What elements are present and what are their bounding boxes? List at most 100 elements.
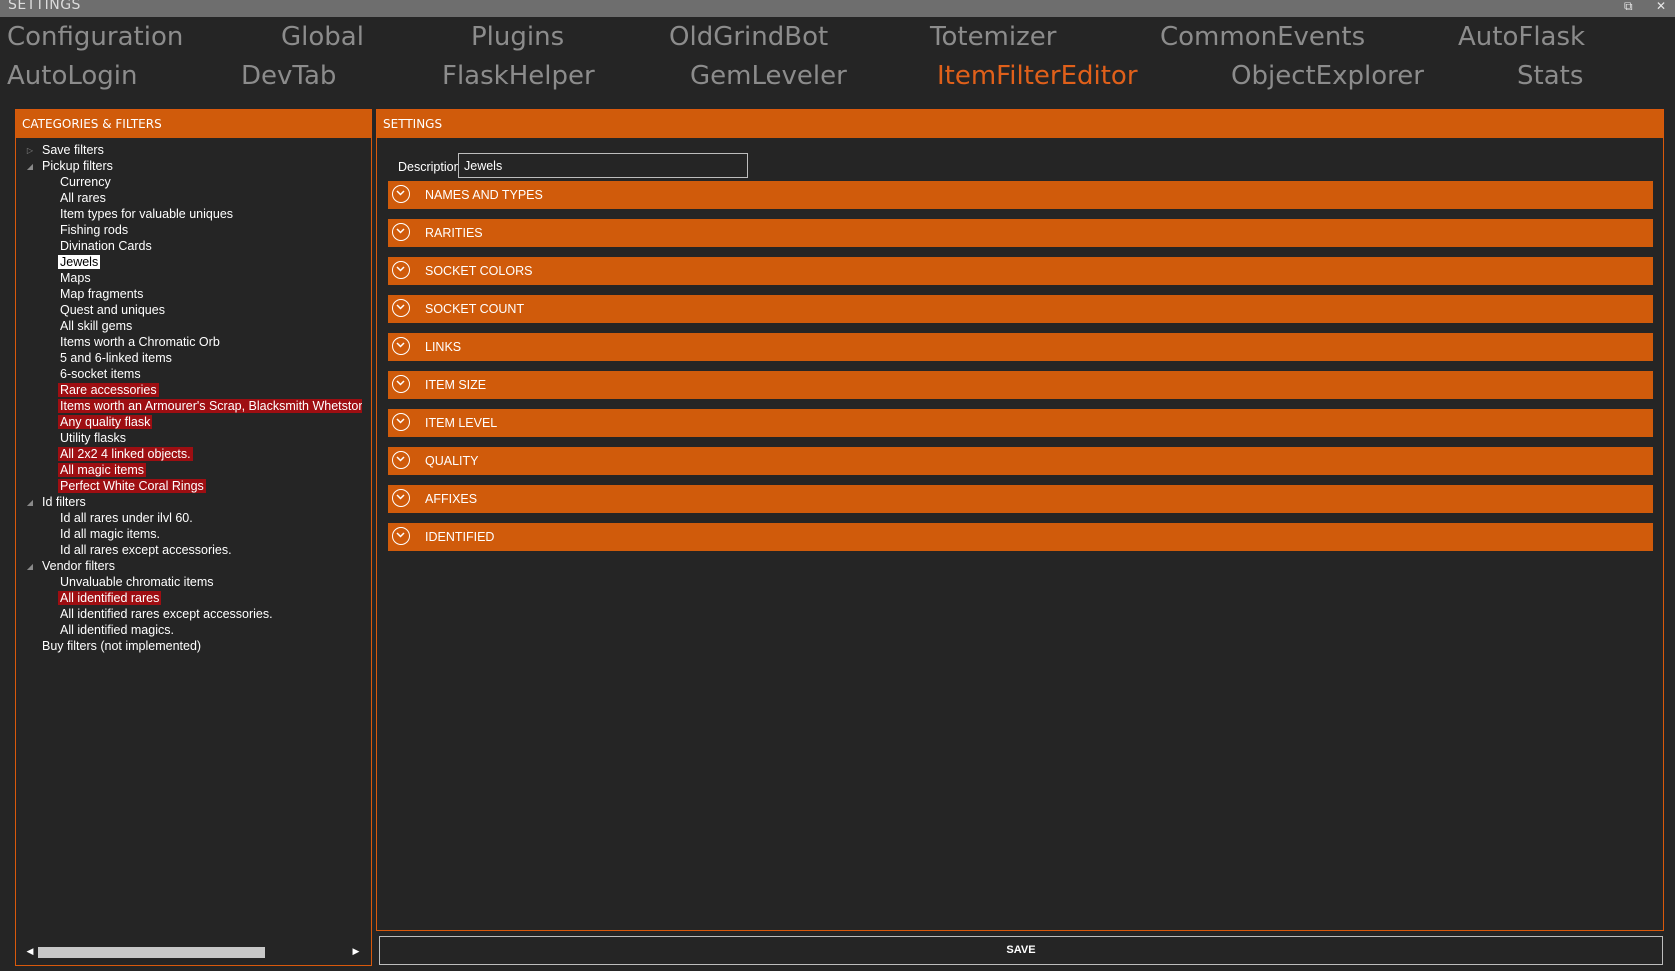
- expanded-arrow-icon[interactable]: ◢: [25, 559, 35, 574]
- section-title: SOCKET COUNT: [425, 302, 525, 316]
- chevron-down-icon[interactable]: [392, 527, 410, 545]
- tree-item-label: All identified magics.: [60, 623, 174, 637]
- tree-item-label: Currency: [60, 175, 111, 189]
- tab-autoflask[interactable]: AutoFlask: [1458, 24, 1585, 50]
- scroll-right-arrow-icon[interactable]: ▶: [350, 945, 362, 959]
- restore-icon[interactable]: ⧉: [1624, 0, 1633, 12]
- section-header[interactable]: QUALITY: [388, 447, 1653, 475]
- tree-item[interactable]: Buy filters (not implemented): [40, 639, 203, 655]
- tree-item[interactable]: ◢ Pickup filters: [27, 159, 115, 175]
- collapsed-arrow-icon[interactable]: ▷: [25, 143, 35, 158]
- tree-horizontal-scrollbar[interactable]: ◀ ▶: [20, 945, 367, 959]
- section-header[interactable]: IDENTIFIED: [388, 523, 1653, 551]
- tree-item[interactable]: All magic items: [58, 463, 147, 479]
- window-title: SETTINGS: [8, 0, 81, 13]
- tree-item[interactable]: Jewels: [58, 255, 101, 271]
- tree-item[interactable]: Currency: [58, 175, 113, 191]
- tree-item-label: All 2x2 4 linked objects.: [58, 447, 193, 461]
- tree-item-label: Quest and uniques: [60, 303, 165, 317]
- tree-item[interactable]: Id all magic items.: [58, 527, 162, 543]
- tree-item-label: Rare accessories: [58, 383, 159, 397]
- tree-item-label: Maps: [60, 271, 91, 285]
- section-header[interactable]: SOCKET COLORS: [388, 257, 1653, 285]
- settings-panel-title: SETTINGS: [377, 110, 1663, 138]
- tab-flaskhelper[interactable]: FlaskHelper: [442, 63, 595, 89]
- tab-totemizer[interactable]: Totemizer: [930, 24, 1056, 50]
- expanded-arrow-icon[interactable]: ◢: [25, 495, 35, 510]
- section-header[interactable]: ITEM SIZE: [388, 371, 1653, 399]
- section-header[interactable]: RARITIES: [388, 219, 1653, 247]
- tree-item-label: Items worth a Chromatic Orb: [60, 335, 220, 349]
- tree-item[interactable]: All skill gems: [58, 319, 134, 335]
- tree-item[interactable]: All rares: [58, 191, 108, 207]
- tab-objectexplorer[interactable]: ObjectExplorer: [1231, 63, 1424, 89]
- tree-item[interactable]: Utility flasks: [58, 431, 128, 447]
- tree-item[interactable]: Id all rares under ilvl 60.: [58, 511, 195, 527]
- section-header[interactable]: ITEM LEVEL: [388, 409, 1653, 437]
- tab-plugins[interactable]: Plugins: [471, 24, 564, 50]
- section-header[interactable]: SOCKET COUNT: [388, 295, 1653, 323]
- tree-item[interactable]: Id all rares except accessories.: [58, 543, 234, 559]
- tree-item-label: Id all rares except accessories.: [60, 543, 232, 557]
- tab-autologin[interactable]: AutoLogin: [7, 63, 138, 89]
- tree-item[interactable]: Any quality flask: [58, 415, 153, 431]
- tree-item[interactable]: Unvaluable chromatic items: [58, 575, 216, 591]
- chevron-down-icon[interactable]: [392, 451, 410, 469]
- tree-item[interactable]: Divination Cards: [58, 239, 154, 255]
- tree-item[interactable]: ◢ Id filters: [27, 495, 88, 511]
- section-header[interactable]: LINKS: [388, 333, 1653, 361]
- tree-item[interactable]: All identified rares: [58, 591, 162, 607]
- close-icon[interactable]: ✕: [1656, 0, 1666, 12]
- chevron-down-icon[interactable]: [392, 413, 410, 431]
- chevron-down-icon[interactable]: [392, 185, 410, 203]
- chevron-down-icon[interactable]: [392, 337, 410, 355]
- chevron-down-icon[interactable]: [392, 261, 410, 279]
- tree-item[interactable]: All 2x2 4 linked objects.: [58, 447, 193, 463]
- chevron-down-icon[interactable]: [392, 375, 410, 393]
- tree-item[interactable]: ◢ Vendor filters: [27, 559, 117, 575]
- section-title: RARITIES: [425, 226, 483, 240]
- tree-item[interactable]: 6-socket items: [58, 367, 143, 383]
- scroll-left-arrow-icon[interactable]: ◀: [24, 945, 36, 959]
- tree-item-label: Id all rares under ilvl 60.: [60, 511, 193, 525]
- section-title: NAMES AND TYPES: [425, 188, 543, 202]
- tree-item[interactable]: Rare accessories: [58, 383, 159, 399]
- tab-global[interactable]: Global: [281, 24, 364, 50]
- chevron-down-icon[interactable]: [392, 489, 410, 507]
- tab-itemfiltereditor[interactable]: ItemFilterEditor: [937, 63, 1138, 89]
- tree-item[interactable]: ▷ Save filters: [27, 143, 106, 159]
- tree-item[interactable]: All identified rares except accessories.: [58, 607, 275, 623]
- tree-item[interactable]: Fishing rods: [58, 223, 130, 239]
- tree-item[interactable]: Maps: [58, 271, 93, 287]
- expanded-arrow-icon[interactable]: ◢: [25, 159, 35, 174]
- tree-item-label: Item types for valuable uniques: [60, 207, 234, 221]
- section-title: LINKS: [425, 340, 462, 354]
- tab-oldgrindbot[interactable]: OldGrindBot: [669, 24, 828, 50]
- chevron-down-icon[interactable]: [392, 299, 410, 317]
- tab-bar: Configuration Global Plugins OldGrindBot…: [0, 18, 1675, 100]
- tab-commonevents[interactable]: CommonEvents: [1160, 24, 1365, 50]
- tab-configuration[interactable]: Configuration: [7, 24, 183, 50]
- tree-item[interactable]: Item types for valuable uniques: [58, 207, 235, 223]
- tree-item-label: Vendor filters: [42, 559, 115, 573]
- save-button[interactable]: SAVE: [379, 936, 1663, 965]
- tree-item[interactable]: Map fragments: [58, 287, 145, 303]
- tree-item[interactable]: Items worth a Chromatic Orb: [58, 335, 222, 351]
- tree-item-label: Map fragments: [60, 287, 144, 301]
- scrollbar-thumb[interactable]: [38, 947, 265, 958]
- chevron-down-icon[interactable]: [392, 223, 410, 241]
- tab-devtab[interactable]: DevTab: [241, 63, 336, 89]
- description-field[interactable]: [458, 153, 748, 178]
- tree-item-label: Unvaluable chromatic items: [60, 575, 214, 589]
- section-header[interactable]: AFFIXES: [388, 485, 1653, 513]
- tree-item-label: Id filters: [42, 495, 86, 509]
- tree-item[interactable]: 5 and 6-linked items: [58, 351, 174, 367]
- tab-stats[interactable]: Stats: [1517, 63, 1583, 89]
- section-header[interactable]: NAMES AND TYPES: [388, 181, 1653, 209]
- tree-item-label: Jewels: [58, 255, 101, 269]
- tab-gemleveler[interactable]: GemLeveler: [690, 63, 847, 89]
- tree-item[interactable]: Quest and uniques: [58, 303, 167, 319]
- tree-item[interactable]: Perfect White Coral Rings: [58, 479, 206, 495]
- tree-item[interactable]: All identified magics.: [58, 623, 176, 639]
- tree-item[interactable]: Items worth an Armourer's Scrap, Blacksm…: [58, 399, 362, 415]
